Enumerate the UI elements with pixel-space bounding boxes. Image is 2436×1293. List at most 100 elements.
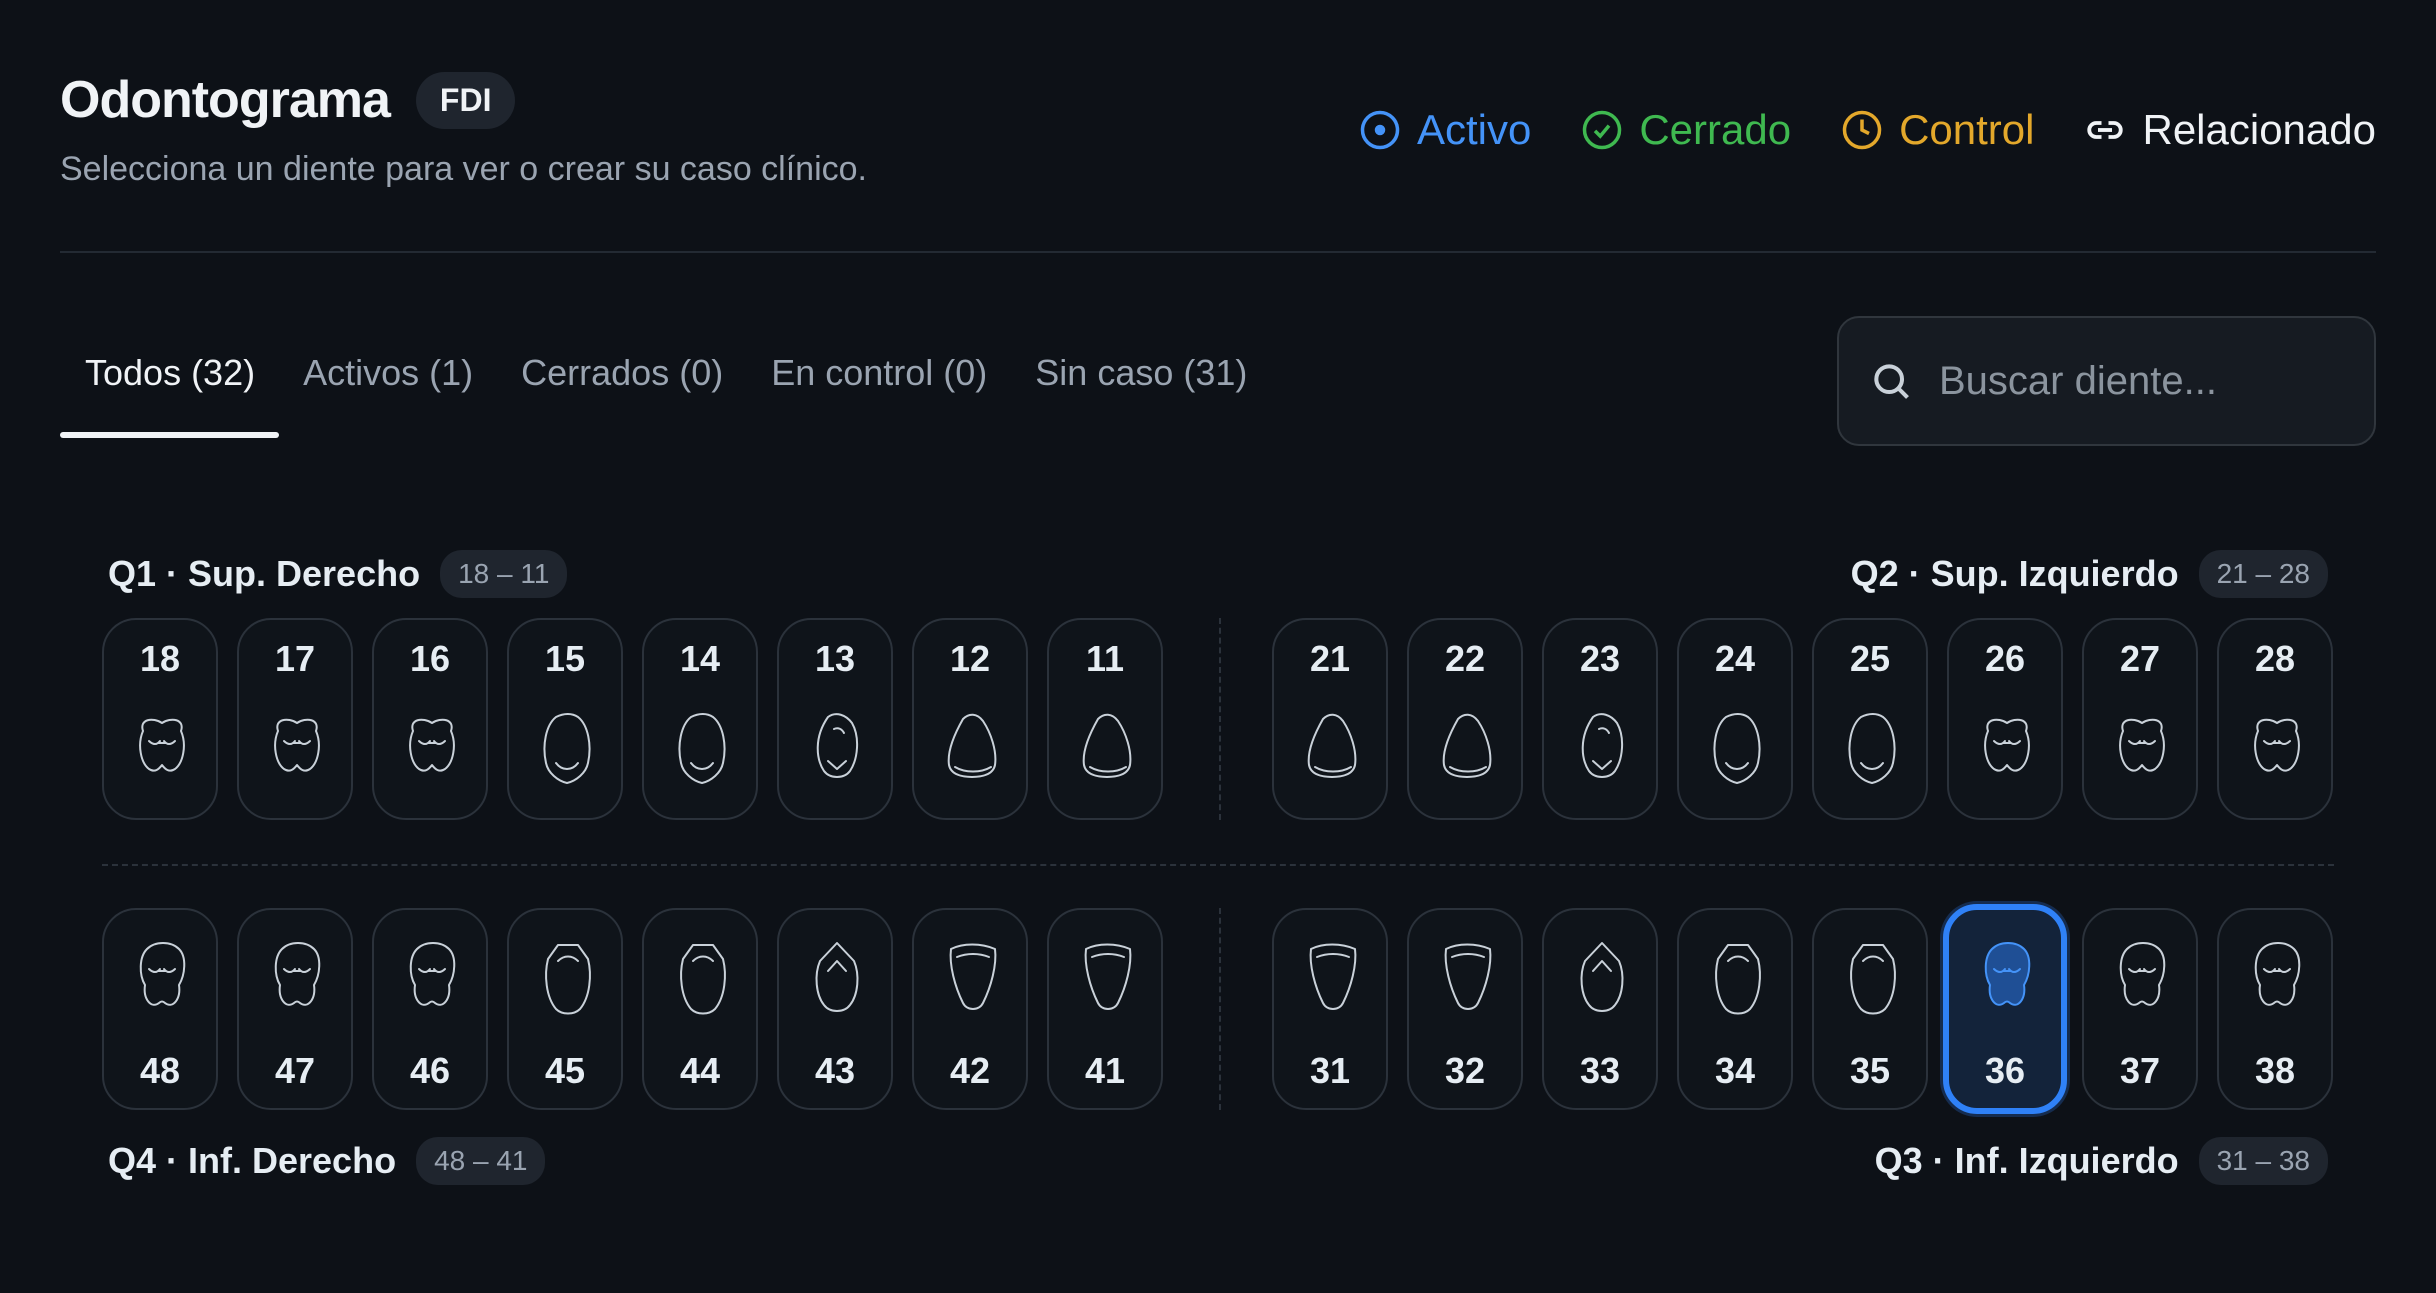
tab-cerrados[interactable]: Cerrados (0) [497, 340, 747, 434]
tooth-37[interactable]: 37 [2082, 908, 2198, 1110]
tooth-13[interactable]: 13 [777, 618, 893, 820]
tooth-number: 32 [1444, 1050, 1486, 1091]
tooth-icon [815, 942, 859, 1012]
tooth-icon [2119, 942, 2166, 1006]
tooth-21[interactable]: 21 [1272, 618, 1388, 820]
page-subtitle: Selecciona un diente para ver o crear su… [60, 150, 868, 188]
tooth-icon [139, 942, 186, 1006]
tooth-number: 48 [139, 1050, 181, 1091]
quadrant-label-q1: Q1 · Sup. Derecho 18 – 11 [108, 550, 568, 598]
quadrant-range: 18 – 11 [440, 550, 568, 598]
legend-cerrado: Cerrado [1581, 106, 1791, 154]
tooth-number: 23 [1579, 638, 1621, 679]
tooth-number: 13 [814, 638, 856, 679]
legend-label: Cerrado [1639, 106, 1792, 153]
tooth-icon [1715, 944, 1761, 1015]
search-input[interactable] [1939, 358, 2339, 404]
tooth-33[interactable]: 33 [1542, 908, 1658, 1110]
tooth-number: 41 [1084, 1050, 1126, 1091]
page-title: Odontograma [60, 71, 391, 129]
tooth-number: 25 [1849, 638, 1891, 679]
tooth-number: 47 [274, 1050, 316, 1091]
tooth-number: 18 [139, 638, 181, 679]
tooth-26[interactable]: 26 [1947, 618, 2063, 820]
check-circle-icon [1583, 110, 1622, 150]
tooth-number: 22 [1444, 638, 1486, 679]
tooth-icon [1581, 713, 1623, 778]
search-box[interactable] [1837, 316, 2376, 446]
tooth-number: 38 [2254, 1050, 2296, 1091]
tooth-16[interactable]: 16 [372, 618, 488, 820]
tab-activos[interactable]: Activos (1) [279, 340, 497, 434]
tooth-42[interactable]: 42 [912, 908, 1028, 1110]
tooth-number: 44 [679, 1050, 721, 1091]
quadrant-label-q2: Q2 · Sup. Izquierdo 21 – 28 [1851, 550, 2328, 598]
tooth-36[interactable]: 36 [1943, 904, 2067, 1114]
tooth-24[interactable]: 24 [1677, 618, 1793, 820]
tooth-number: 24 [1714, 638, 1756, 679]
tooth-45[interactable]: 45 [507, 908, 623, 1110]
tooth-icon [545, 944, 591, 1015]
tooth-icon [680, 944, 726, 1015]
tooth-41[interactable]: 41 [1047, 908, 1163, 1110]
tooth-icon [816, 713, 858, 778]
tooth-number: 15 [544, 638, 586, 679]
tooth-number: 35 [1849, 1050, 1891, 1091]
tooth-22[interactable]: 22 [1407, 618, 1523, 820]
tooth-number: 17 [274, 638, 316, 679]
quadrant-title: Q1 · Sup. Derecho [108, 553, 421, 594]
tooth-14[interactable]: 14 [642, 618, 758, 820]
tooth-number: 14 [679, 638, 721, 679]
header-divider [60, 251, 2376, 253]
tooth-icon [2254, 718, 2300, 772]
tooth-icon [274, 718, 320, 772]
tooth-15[interactable]: 15 [507, 618, 623, 820]
tooth-27[interactable]: 27 [2082, 618, 2198, 820]
tooth-34[interactable]: 34 [1677, 908, 1793, 1110]
tooth-12[interactable]: 12 [912, 618, 1028, 820]
quadrant-title: Q3 · Inf. Izquierdo [1874, 1140, 2179, 1181]
tooth-46[interactable]: 46 [372, 908, 488, 1110]
tooth-icon [1984, 718, 2030, 772]
tooth-number: 37 [2119, 1050, 2161, 1091]
target-icon [1360, 110, 1400, 150]
tooth-icon [1850, 944, 1896, 1015]
tab-sin-caso[interactable]: Sin caso (31) [1011, 340, 1271, 434]
tooth-18[interactable]: 18 [102, 618, 218, 820]
tab-todos[interactable]: Todos (32) [60, 340, 280, 438]
tooth-11[interactable]: 11 [1047, 618, 1163, 820]
tooth-43[interactable]: 43 [777, 908, 893, 1110]
tooth-23[interactable]: 23 [1542, 618, 1658, 820]
tooth-35[interactable]: 35 [1812, 908, 1928, 1110]
tooth-31[interactable]: 31 [1272, 908, 1388, 1110]
tooth-48[interactable]: 48 [102, 908, 218, 1110]
tooth-28[interactable]: 28 [2217, 618, 2333, 820]
tooth-44[interactable]: 44 [642, 908, 758, 1110]
tooth-number: 16 [409, 638, 451, 679]
tooth-icon [949, 943, 997, 1010]
tooth-icon [1307, 713, 1357, 778]
page-header: Odontograma FDI Selecciona un diente par… [60, 70, 2376, 189]
tooth-47[interactable]: 47 [237, 908, 353, 1110]
tooth-32[interactable]: 32 [1407, 908, 1523, 1110]
tooth-number: 42 [949, 1050, 991, 1091]
clock-icon [1842, 110, 1882, 150]
tooth-icon [409, 718, 455, 772]
tooth-icon [947, 713, 997, 778]
tooth-icon [1442, 713, 1492, 778]
tooth-17[interactable]: 17 [237, 618, 353, 820]
quadrant-range: 21 – 28 [2198, 550, 2328, 598]
tooth-number: 46 [409, 1050, 451, 1091]
tooth-icon [1848, 713, 1896, 784]
tab-en-control[interactable]: En control (0) [747, 340, 1011, 434]
tooth-38[interactable]: 38 [2217, 908, 2333, 1110]
tooth-number: 31 [1309, 1050, 1351, 1091]
tooth-icon [274, 942, 321, 1006]
tooth-icon [2254, 942, 2301, 1006]
tooth-icon [1580, 942, 1624, 1012]
tooth-25[interactable]: 25 [1812, 618, 1928, 820]
quadrant-title: Q4 · Inf. Derecho [108, 1140, 397, 1181]
tooth-icon [409, 942, 456, 1006]
tooth-number: 33 [1579, 1050, 1621, 1091]
tooth-icon [1984, 942, 2031, 1006]
